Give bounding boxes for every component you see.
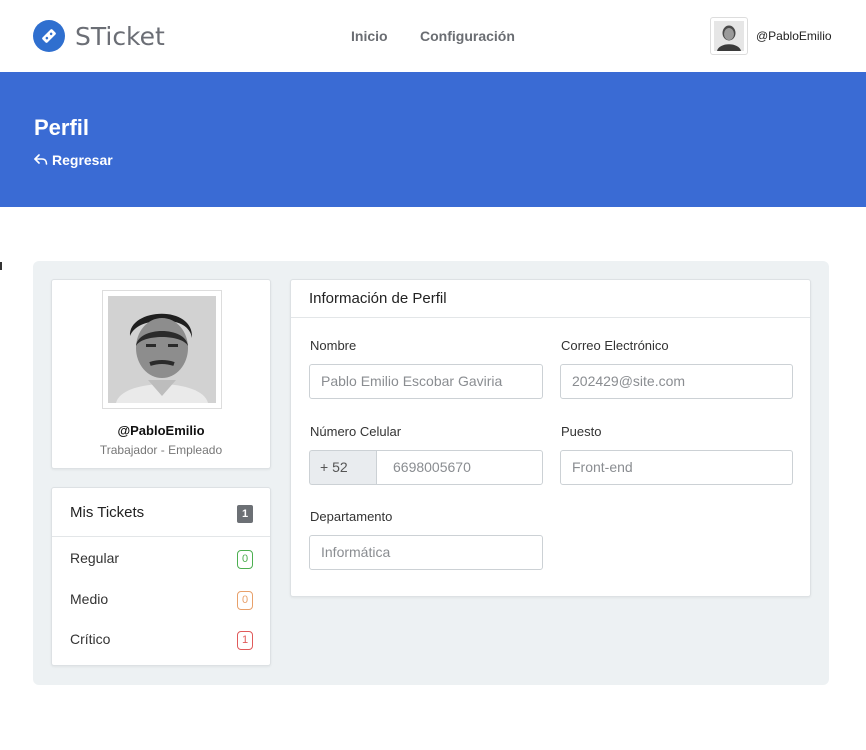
page-title: Perfil — [34, 115, 90, 140]
tickets-header: Mis Tickets 1 — [52, 488, 270, 537]
ticket-row-regular[interactable]: Regular 0 — [52, 537, 270, 577]
tickets-card: Mis Tickets 1 Regular 0 Medio 0 Crítico … — [51, 487, 271, 666]
brand-name: STicket — [75, 21, 165, 51]
user-menu[interactable]: @PabloEmilio — [710, 17, 832, 55]
ticket-count-badge: 0 — [237, 591, 253, 610]
profile-card: @PabloEmilio Trabajador - Empleado — [51, 279, 271, 469]
brand[interactable]: STicket — [33, 20, 165, 52]
reply-icon — [34, 154, 48, 165]
profile-photo — [102, 290, 222, 409]
profile-info-header: Información de Perfil — [291, 280, 810, 318]
tickets-title: Mis Tickets — [70, 504, 145, 521]
profile-info-card: Información de Perfil Nombre Pablo Emili… — [290, 279, 811, 597]
name-label: Nombre — [310, 338, 357, 353]
top-navbar: STicket Inicio Configuración @PabloEmili… — [0, 0, 866, 72]
back-link[interactable]: Regresar — [34, 152, 113, 168]
ticket-label: Medio — [70, 591, 109, 607]
position-field[interactable]: Front-end — [560, 450, 793, 485]
ticket-row-medio[interactable]: Medio 0 — [52, 578, 270, 618]
ticket-icon — [33, 20, 65, 52]
ticket-count-badge: 1 — [237, 631, 253, 650]
phone-input-group: + 52 6698005670 — [309, 450, 543, 485]
ticket-count-badge: 0 — [237, 550, 253, 569]
nav-username: @PabloEmilio — [756, 29, 832, 43]
profile-handle: @PabloEmilio — [117, 423, 205, 438]
nav-link-inicio[interactable]: Inicio — [351, 28, 388, 44]
nav-link-configuracion[interactable]: Configuración — [420, 28, 515, 44]
page-header: Perfil Regresar — [0, 72, 866, 207]
department-label: Departamento — [310, 509, 393, 524]
ticket-label: Regular — [70, 550, 120, 566]
edge-marker — [0, 262, 2, 270]
avatar — [710, 17, 748, 55]
position-label: Puesto — [561, 424, 602, 439]
email-label: Correo Electrónico — [561, 338, 669, 353]
profile-role: Trabajador - Empleado — [99, 443, 223, 457]
department-field[interactable]: Informática — [309, 535, 543, 570]
back-label: Regresar — [52, 152, 113, 168]
ticket-row-critico[interactable]: Crítico 1 — [52, 618, 270, 658]
phone-label: Número Celular — [310, 424, 402, 439]
phone-prefix: + 52 — [309, 450, 376, 485]
name-field[interactable]: Pablo Emilio Escobar Gaviria — [309, 364, 543, 399]
profile-panel: @PabloEmilio Trabajador - Empleado Mis T… — [33, 261, 829, 685]
phone-field[interactable]: 6698005670 — [376, 450, 543, 485]
email-field[interactable]: 202429@site.com — [560, 364, 793, 399]
profile-info-title: Información de Perfil — [309, 290, 447, 307]
ticket-label: Crítico — [70, 631, 111, 647]
tickets-total-badge: 1 — [237, 505, 253, 523]
